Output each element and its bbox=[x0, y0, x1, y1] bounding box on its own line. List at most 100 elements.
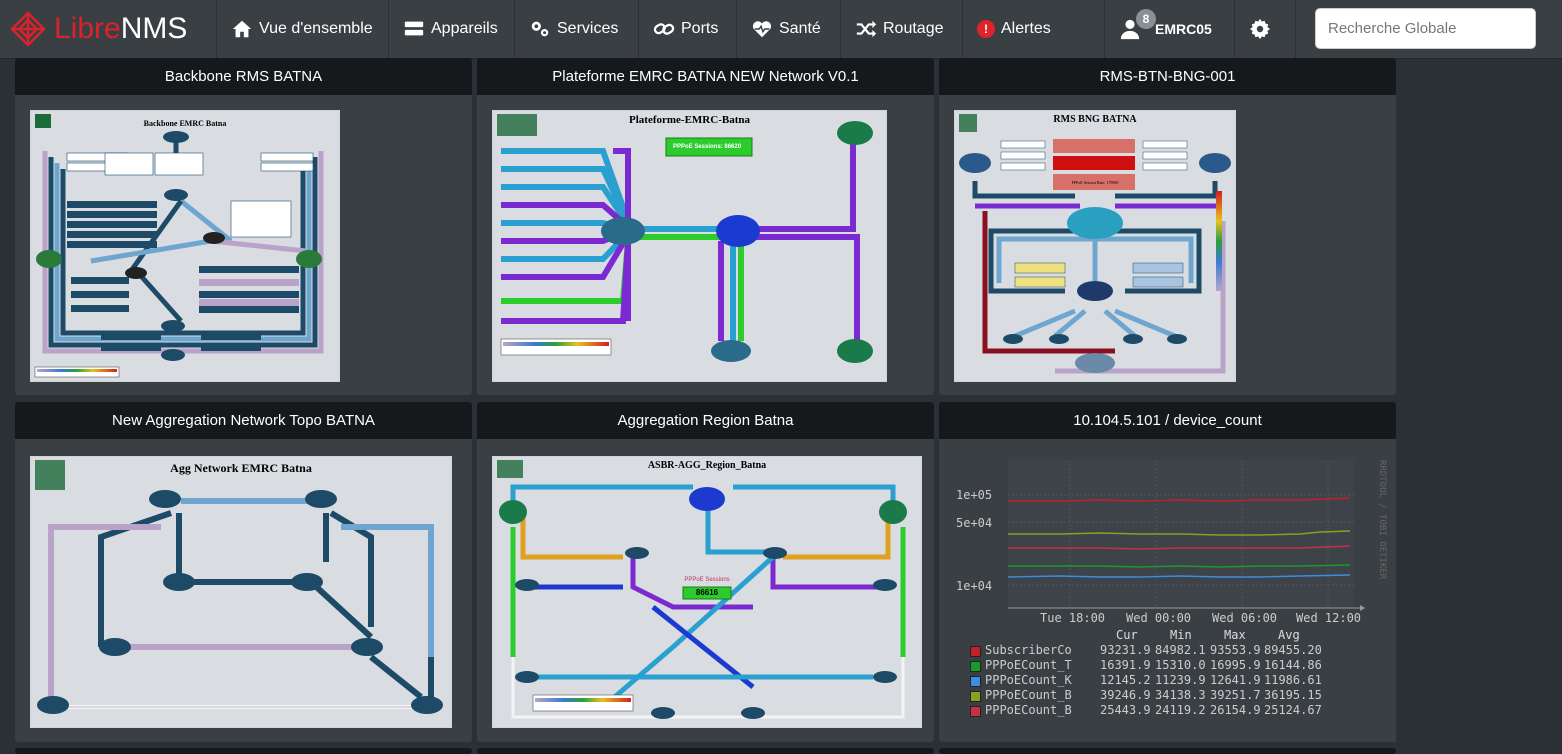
rrdtool-credit: RRDTOOL / TOBI OETIKER bbox=[1377, 460, 1387, 580]
sessions-value: 86616 bbox=[695, 588, 719, 597]
pppoe-rate-box: PPPoE Session Rate: 179000 bbox=[1071, 180, 1119, 185]
legend-cur-value: 93231.9 bbox=[1100, 643, 1151, 657]
nav-health[interactable]: Santé bbox=[736, 0, 840, 58]
nav-user-label: EMRC05 bbox=[1155, 21, 1212, 37]
nav-overview[interactable]: Vue d'ensemble bbox=[216, 0, 386, 58]
librenms-logo[interactable]: LibreNMS bbox=[6, 8, 206, 50]
nav-alerts-label: Alertes bbox=[1001, 20, 1051, 37]
map-title: RMS BNG BATNA bbox=[1053, 114, 1137, 125]
map-title: Backbone EMRC Batna bbox=[143, 119, 227, 128]
weathermap-plateforme[interactable]: Plateforme-EMRC-Batna PPPoE Sessions: 86… bbox=[492, 110, 887, 382]
nav-ports-label: Ports bbox=[681, 20, 719, 37]
legend-col-min: Min bbox=[1170, 628, 1192, 642]
legend-max-value: 16995.9 bbox=[1210, 658, 1261, 672]
aggregation-map-drawing bbox=[31, 457, 451, 727]
map-title: Agg Network EMRC Batna bbox=[170, 461, 312, 475]
legend-series-name: PPPoECount_K bbox=[985, 673, 1072, 687]
y-tick-label: 5e+04 bbox=[956, 516, 993, 530]
widget-next-row-1 bbox=[15, 748, 472, 754]
map-title: ASBR-AGG_Region_Batna bbox=[647, 460, 767, 471]
legend-swatch bbox=[970, 706, 981, 717]
user-notification-badge: 8 bbox=[1136, 9, 1156, 29]
legend-swatch bbox=[970, 661, 981, 672]
gear-icon bbox=[1249, 18, 1271, 40]
legend-min-value: 11239.9 bbox=[1155, 673, 1206, 687]
legend-avg-value: 11986.61 bbox=[1264, 673, 1322, 687]
legend-swatch bbox=[970, 691, 981, 702]
device-count-graph[interactable]: 1e+05 5e+04 1e+04 Tue 18:00 Wed 00:00 We… bbox=[940, 442, 1396, 742]
x-tick-label: Tue 18:00 bbox=[1040, 611, 1106, 625]
legend-avg-value: 89455.20 bbox=[1264, 643, 1322, 657]
legend-col-avg: Avg bbox=[1278, 628, 1300, 642]
widget-title: Backbone RMS BATNA bbox=[15, 58, 472, 95]
widget-next-row-2 bbox=[477, 748, 934, 754]
legend-min-value: 34138.3 bbox=[1155, 688, 1206, 702]
nav-services-label: Services bbox=[557, 20, 619, 37]
nav-ports[interactable]: Ports bbox=[638, 0, 736, 58]
legend-max-value: 39251.7 bbox=[1210, 688, 1261, 702]
cogs-icon bbox=[531, 21, 549, 37]
widget-title: RMS-BTN-BNG-001 bbox=[939, 58, 1396, 95]
weathermap-region[interactable]: ASBR-AGG_Region_Batna PPPoE Sessions : 8… bbox=[492, 456, 922, 728]
bng-map-drawing bbox=[955, 111, 1235, 381]
top-navbar: LibreNMS Vue d'ensemble Appareils Servic… bbox=[0, 0, 1562, 59]
legend-swatch bbox=[970, 646, 981, 657]
legend-series-name: SubscriberCo bbox=[985, 643, 1072, 657]
legend-series-name: PPPoECount_T bbox=[985, 658, 1072, 672]
legend-cur-value: 39246.9 bbox=[1100, 688, 1151, 702]
server-icon bbox=[404, 21, 424, 36]
alert-icon: ! bbox=[977, 20, 995, 38]
legend-col-cur: Cur bbox=[1116, 628, 1138, 642]
logo-icon bbox=[10, 11, 46, 47]
nav-devices[interactable]: Appareils bbox=[388, 0, 514, 58]
nav-routing-label: Routage bbox=[883, 20, 944, 37]
x-tick-label: Wed 12:00 bbox=[1296, 611, 1362, 625]
operator-logo-icon bbox=[497, 114, 537, 136]
legend-cur-value: 12145.2 bbox=[1100, 673, 1151, 687]
legend-swatch bbox=[970, 676, 981, 687]
heartbeat-icon bbox=[752, 21, 772, 38]
weathermap-backbone[interactable]: Backbone EMRC Batna bbox=[30, 110, 340, 382]
pppoe-sessions-badge: PPPoE Sessions: 86620 bbox=[673, 144, 742, 150]
widget-next-row-3 bbox=[939, 748, 1396, 754]
nav-alerts[interactable]: ! Alertes bbox=[962, 0, 1074, 58]
legend-series-name: PPPoECount_B bbox=[985, 703, 1072, 717]
legend-max-value: 26154.9 bbox=[1210, 703, 1261, 717]
legend-cur-value: 25443.9 bbox=[1100, 703, 1151, 717]
widget-title: 10.104.5.101 / device_count bbox=[939, 402, 1396, 439]
legend-avg-value: 25124.67 bbox=[1264, 703, 1322, 717]
plateforme-map-drawing bbox=[493, 111, 886, 381]
legend-min-value: 15310.0 bbox=[1155, 658, 1206, 672]
global-search-input[interactable] bbox=[1315, 8, 1536, 49]
legend-max-value: 12641.9 bbox=[1210, 673, 1261, 687]
widget-title: Aggregation Region Batna bbox=[477, 402, 934, 439]
legend-avg-value: 16144.86 bbox=[1264, 658, 1322, 672]
legend-max-value: 93553.9 bbox=[1210, 643, 1261, 657]
weathermap-aggregation[interactable]: Agg Network EMRC Batna bbox=[30, 456, 452, 728]
legend-avg-value: 36195.15 bbox=[1264, 688, 1322, 702]
weathermap-bng[interactable]: RMS BNG BATNA PPPoE Session Rate: 179000 bbox=[954, 110, 1236, 382]
nav-health-label: Santé bbox=[779, 20, 821, 37]
nav-settings[interactable] bbox=[1234, 0, 1296, 58]
legend-min-value: 84982.1 bbox=[1155, 643, 1206, 657]
nav-devices-label: Appareils bbox=[431, 20, 498, 37]
home-icon bbox=[232, 20, 252, 38]
nav-overview-label: Vue d'ensemble bbox=[259, 20, 373, 37]
widget-title: Plateforme EMRC BATNA NEW Network V0.1 bbox=[477, 58, 934, 95]
legend-series-name: PPPoECount_B bbox=[985, 688, 1072, 702]
x-tick-label: Wed 00:00 bbox=[1126, 611, 1192, 625]
nav-services[interactable]: Services bbox=[514, 0, 638, 58]
legend-cur-value: 16391.9 bbox=[1100, 658, 1151, 672]
y-tick-label: 1e+05 bbox=[956, 488, 993, 502]
y-tick-label: 1e+04 bbox=[956, 579, 993, 593]
backbone-map-drawing bbox=[31, 111, 339, 381]
random-icon bbox=[856, 20, 877, 38]
map-title: Plateforme-EMRC-Batna bbox=[629, 114, 750, 126]
nav-user-menu[interactable]: EMRC05 bbox=[1104, 0, 1234, 58]
link-icon bbox=[653, 23, 675, 35]
legend-min-value: 24119.2 bbox=[1155, 703, 1206, 717]
nav-routing[interactable]: Routage bbox=[840, 0, 962, 58]
brand-name: LibreNMS bbox=[54, 12, 188, 45]
widget-title: New Aggregation Network Topo BATNA bbox=[15, 402, 472, 439]
x-tick-label: Wed 06:00 bbox=[1212, 611, 1278, 625]
